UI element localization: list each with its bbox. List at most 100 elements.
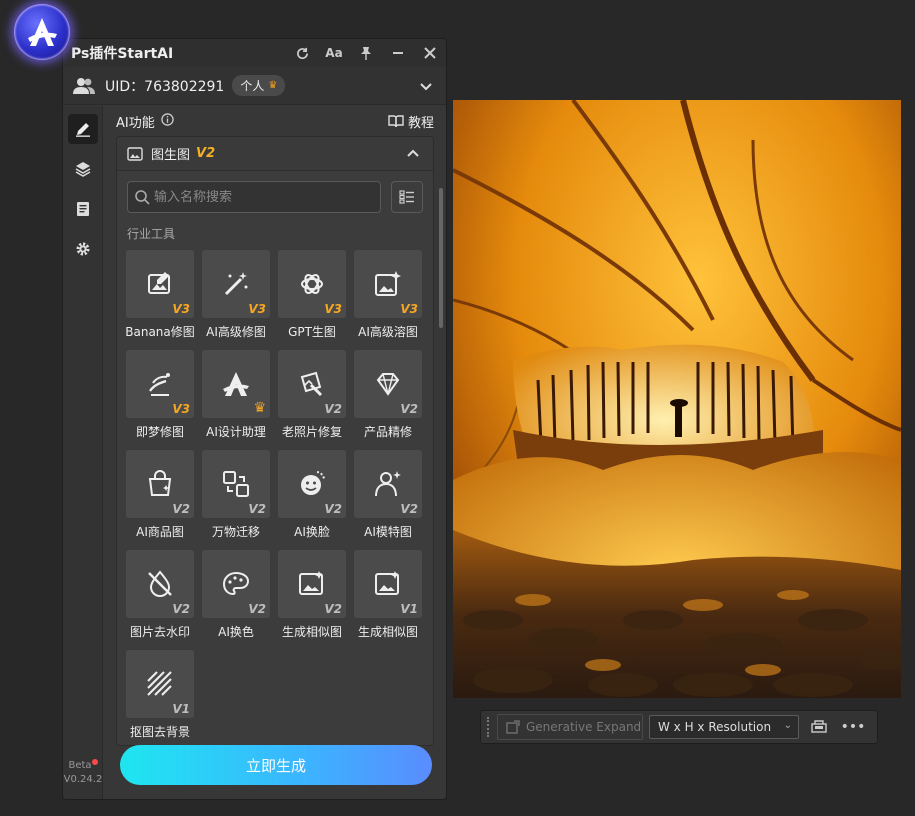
version-badge: V3 [324,302,342,316]
chevron-up-icon[interactable] [407,146,419,161]
tool-tile[interactable]: V2 [202,550,270,618]
tool-tile[interactable]: ♛ [202,350,270,418]
version-badge: V1 [400,602,418,616]
tool-tile[interactable]: V2 [126,550,194,618]
user-bar[interactable]: UID：763802291 个人 ♛ [63,67,446,105]
tool-item[interactable]: V2 AI商品图 [126,450,194,542]
tool-tile[interactable]: V3 [126,350,194,418]
sidebar-item-notes[interactable] [68,194,98,224]
list-icon [399,190,415,204]
face-swap-icon [301,471,325,495]
autumn-leaf-photo [453,100,901,698]
generative-expand-icon [506,720,520,734]
search-input[interactable] [154,189,374,205]
chevron-down-icon[interactable] [420,76,432,95]
tutorial-link[interactable]: 教程 [388,112,434,131]
tutorial-label: 教程 [407,115,434,131]
tool-tile[interactable]: V2 [354,350,422,418]
tool-name: AI商品图 [136,525,184,539]
tool-item[interactable]: V2 产品精修 [354,350,422,442]
dropdown-header[interactable]: 图生图 V2 [117,137,433,171]
tool-tile[interactable]: V1 [126,650,194,718]
scrollbar-thumb[interactable] [439,188,443,328]
tool-tile[interactable]: V1 [354,550,422,618]
refresh-icon[interactable] [286,39,318,67]
search-row [117,171,433,219]
close-icon[interactable] [414,39,446,67]
panel-titlebar: Ps插件StartAI Aa [63,39,446,67]
tool-tile[interactable]: V2 [278,350,346,418]
tool-item[interactable]: V2 AI换脸 [278,450,346,542]
tool-name: 产品精修 [363,425,412,439]
book-icon [388,115,404,128]
tool-item[interactable]: V2 生成相似图 [278,550,346,642]
uid-label: UID：763802291 [105,78,225,95]
tool-name: 老照片修复 [281,425,342,439]
version-badge: V2 [400,402,418,416]
startai-floating-logo[interactable] [14,4,70,60]
sidebar-item-layers[interactable] [68,154,98,184]
resolution-select[interactable]: W x H x Resolution ⌄ [649,715,799,739]
version-badge: V3 [400,302,418,316]
tool-name: AI模特图 [364,525,412,539]
version-badge: V2 [248,502,266,516]
canvas-image[interactable] [453,100,901,698]
tool-tile[interactable]: V3 [202,250,270,318]
section-title: AI功能 [116,115,155,131]
similar-image-icon [375,571,399,595]
beta-label: Beta [68,760,92,771]
dropdown-version: V2 [196,146,216,161]
generate-button[interactable]: 立即生成 [120,745,432,785]
generative-expand-label: Generative Expand [526,720,642,734]
tool-name: AI高级溶图 [358,325,418,339]
generative-expand-button[interactable]: Generative Expand [497,714,643,740]
info-icon[interactable] [161,112,174,130]
tool-item[interactable]: ♛ AI设计助理 [202,350,270,442]
font-size-icon[interactable]: Aa [318,39,350,67]
tool-tile[interactable]: V3 [126,250,194,318]
tool-tile[interactable]: V3 [354,250,422,318]
beta-dot [91,759,98,765]
tool-name: AI换色 [218,625,254,639]
tool-item[interactable]: V2 AI模特图 [354,450,422,542]
tool-item[interactable]: V2 AI换色 [202,550,270,642]
tool-item[interactable]: V2 万物迁移 [202,450,270,542]
list-view-toggle[interactable] [391,181,423,213]
watermark-remove-icon [148,570,172,597]
tool-item[interactable]: V2 老照片修复 [278,350,346,442]
palette-icon [222,571,250,596]
pin-icon[interactable] [350,39,382,67]
tool-grid: V3 Banana修图 V3 AI高级修图 V3 GPT生图 V3 AI高级溶图 V3 即梦修图 ♛… [117,248,433,744]
tool-item[interactable]: V1 生成相似图 [354,550,422,642]
search-box [127,181,382,213]
startai-logo-icon [28,18,57,46]
tool-item[interactable]: V1 抠图去背景 [126,650,194,742]
notebook-icon [77,202,89,216]
tool-item[interactable]: V3 Banana修图 [125,250,195,342]
tool-item[interactable]: V3 即梦修图 [126,350,194,442]
tool-tile[interactable]: V2 [354,450,422,518]
minimize-icon[interactable] [382,39,414,67]
tool-item[interactable]: V2 图片去水印 [126,550,194,642]
users-icon [73,77,95,94]
panel-sidebar: Beta V0.24.2 [63,106,103,799]
crop-options-icon[interactable] [805,715,833,739]
search-icon [135,190,150,205]
sidebar-item-ai-edit[interactable] [68,114,98,144]
tool-tile[interactable]: V2 [278,550,346,618]
tool-tile[interactable]: V3 [278,250,346,318]
tool-item[interactable]: V3 AI高级修图 [202,250,270,342]
version-info: Beta V0.24.2 [63,759,103,787]
sidebar-item-settings[interactable] [68,234,98,264]
drag-handle[interactable] [487,717,491,737]
tool-tile[interactable]: V2 [202,450,270,518]
dream-brush-icon [149,373,170,396]
model-icon [375,471,401,497]
user-type-badge: 个人 ♛ [232,75,286,96]
tool-item[interactable]: V3 GPT生图 [278,250,346,342]
shopping-bag-icon [148,470,172,496]
tool-tile[interactable]: V2 [278,450,346,518]
tool-item[interactable]: V3 AI高级溶图 [354,250,422,342]
more-options-icon[interactable]: ••• [839,715,867,739]
tool-tile[interactable]: V2 [126,450,194,518]
